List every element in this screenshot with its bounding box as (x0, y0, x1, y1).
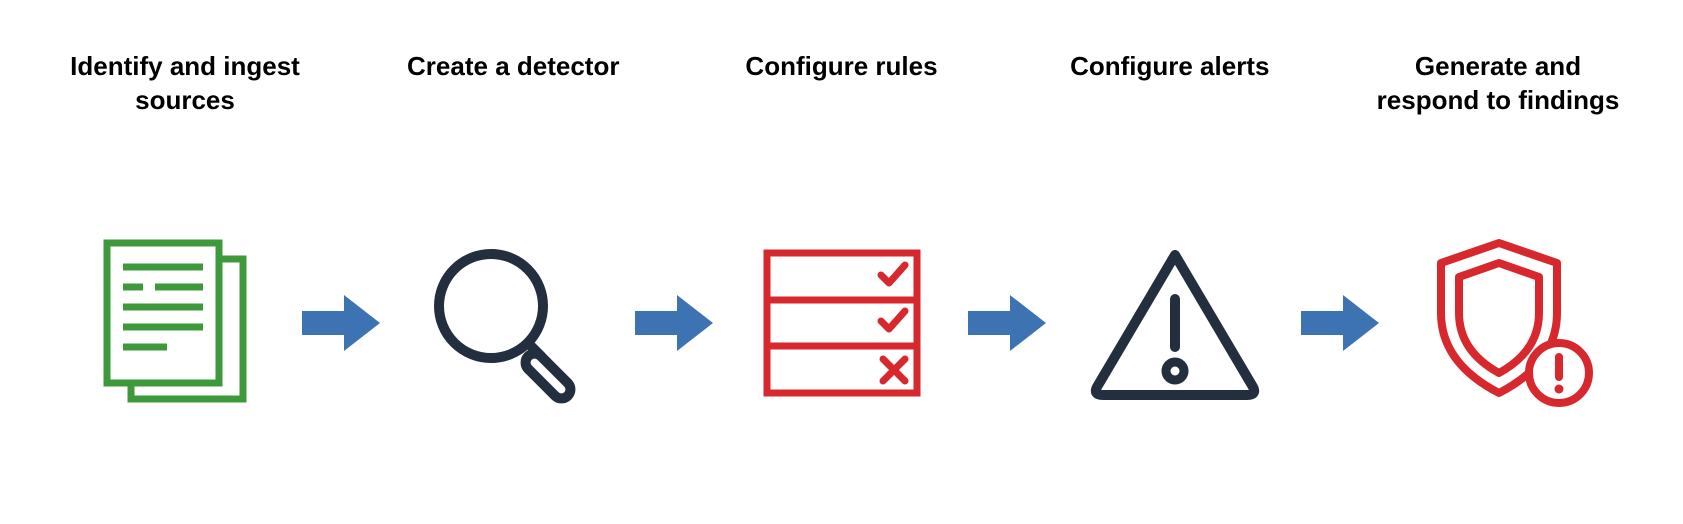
documents-icon (85, 233, 265, 413)
step-label-4: Configure alerts (1045, 50, 1295, 118)
arrow-icon (1301, 293, 1381, 353)
step-label-2: Create a detector (388, 50, 638, 118)
arrow-icon (968, 293, 1048, 353)
magnifier-icon (418, 233, 598, 413)
rules-checklist-icon (752, 233, 932, 413)
step-label-5: Generate and respond to findings (1373, 50, 1623, 118)
step-label-3: Configure rules (717, 50, 967, 118)
labels-row: Identify and ingest sources Create a det… (0, 0, 1683, 118)
warning-triangle-icon (1085, 233, 1265, 413)
arrow-icon (635, 293, 715, 353)
icons-row (0, 233, 1683, 413)
shield-alert-icon (1418, 233, 1598, 413)
step-label-1: Identify and ingest sources (60, 50, 310, 118)
arrow-icon (302, 293, 382, 353)
